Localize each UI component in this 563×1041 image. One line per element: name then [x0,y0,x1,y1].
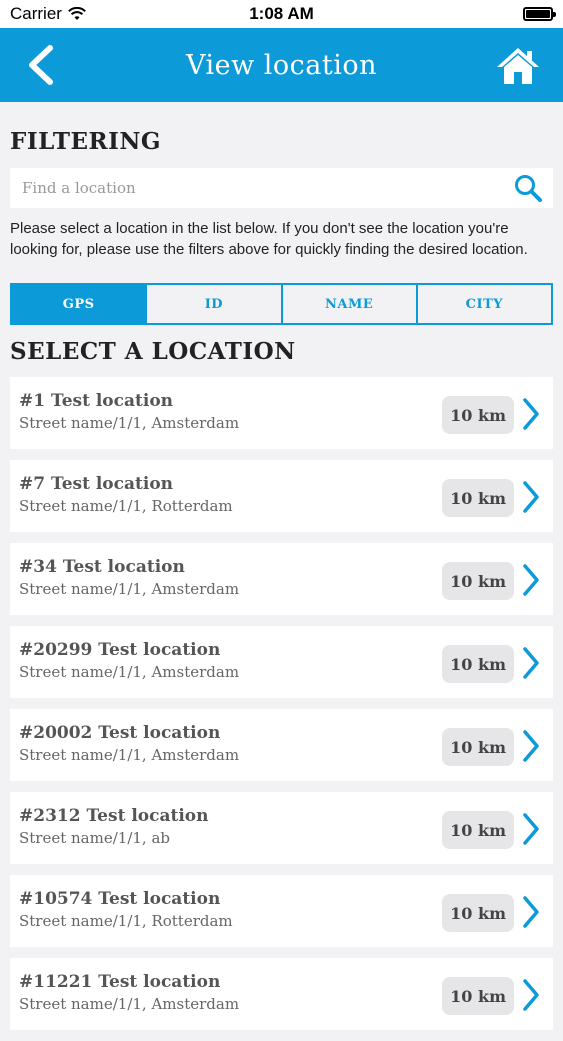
location-address: Street name/1/1, Amsterdam [19,995,240,1013]
chevron-left-icon [29,45,53,85]
chevron-right-icon [523,813,539,845]
select-location-heading: SELECT A LOCATION [10,338,296,365]
list-item[interactable]: #11221 Test location Street name/1/1, Am… [10,958,553,1030]
distance-badge: 10 km [442,728,514,766]
location-address: Street name/1/1, Amsterdam [19,414,240,432]
list-item[interactable]: #10574 Test location Street name/1/1, Ro… [10,875,553,947]
filter-tabs: GPS ID NAME CITY [10,283,553,325]
tab-id[interactable]: ID [145,285,280,323]
tab-name[interactable]: NAME [280,285,416,323]
wifi-icon [68,7,86,20]
location-list: #1 Test location Street name/1/1, Amster… [10,377,553,1041]
location-address: Street name/1/1, Amsterdam [19,580,240,598]
list-item[interactable]: #7 Test location Street name/1/1, Rotter… [10,460,553,532]
location-title: #11221 Test location [19,972,221,992]
location-address: Street name/1/1, Rotterdam [19,912,233,930]
location-title: #34 Test location [19,557,185,577]
location-title: #7 Test location [19,474,174,494]
location-address: Street name/1/1, Amsterdam [19,746,240,764]
chevron-right-icon [523,398,539,430]
list-item[interactable]: #20002 Test location Street name/1/1, Am… [10,709,553,781]
distance-badge: 10 km [442,645,514,683]
chevron-right-icon [523,896,539,928]
distance-badge: 10 km [442,562,514,600]
tab-gps[interactable]: GPS [12,285,146,323]
location-title: #1 Test location [19,391,174,411]
home-icon [497,48,539,84]
location-title: #2312 Test location [19,806,209,826]
back-button[interactable] [24,44,58,86]
search-input[interactable] [20,178,513,198]
chevron-right-icon [523,481,539,513]
filtering-heading: FILTERING [10,128,162,155]
distance-badge: 10 km [442,977,514,1015]
chevron-right-icon [523,730,539,762]
location-address: Street name/1/1, Amsterdam [19,663,240,681]
list-item[interactable]: #20299 Test location Street name/1/1, Am… [10,626,553,698]
list-item[interactable]: #2312 Test location Street name/1/1, ab … [10,792,553,864]
carrier-label: Carrier [10,4,62,23]
search-box [10,168,553,208]
page-title: View location [185,49,378,81]
location-address: Street name/1/1, Rotterdam [19,497,233,515]
distance-badge: 10 km [442,894,514,932]
nav-bar: View location [0,28,563,102]
home-button[interactable] [495,46,541,86]
location-title: #20002 Test location [19,723,221,743]
help-text: Please select a location in the list bel… [10,220,528,258]
chevron-right-icon [523,979,539,1011]
location-title: #10574 Test location [19,889,221,909]
chevron-right-icon [523,647,539,679]
list-item[interactable]: #34 Test location Street name/1/1, Amste… [10,543,553,615]
list-item[interactable]: #1 Test location Street name/1/1, Amster… [10,377,553,449]
battery-icon [523,7,556,21]
chevron-right-icon [523,564,539,596]
location-address: Street name/1/1, ab [19,829,171,847]
location-title: #20299 Test location [19,640,221,660]
status-left: Carrier [10,4,86,24]
distance-badge: 10 km [442,479,514,517]
status-bar: Carrier 1:08 AM [0,0,563,28]
distance-badge: 10 km [442,396,514,434]
tab-city[interactable]: CITY [415,285,551,323]
search-icon[interactable] [513,173,543,203]
distance-badge: 10 km [442,811,514,849]
